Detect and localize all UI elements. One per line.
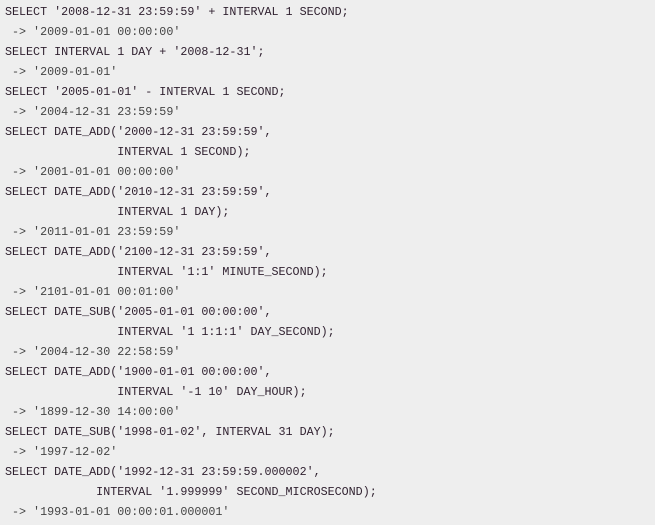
sql-statement-line: INTERVAL 1 DAY); bbox=[5, 205, 230, 219]
sql-statement-line: SELECT DATE_SUB('1998-01-02', INTERVAL 3… bbox=[5, 425, 335, 439]
sql-statement-line: SELECT '2005-01-01' - INTERVAL 1 SECOND; bbox=[5, 85, 286, 99]
result-line: -> '2001-01-01 00:00:00' bbox=[5, 165, 181, 179]
sql-statement-line: SELECT DATE_SUB('2005-01-01 00:00:00', bbox=[5, 305, 272, 319]
result-line: -> '1997-12-02' bbox=[5, 445, 118, 459]
code-block: SELECT '2008-12-31 23:59:59' + INTERVAL … bbox=[0, 0, 655, 522]
sql-statement-line: INTERVAL '1.999999' SECOND_MICROSECOND); bbox=[5, 485, 377, 499]
result-line: -> '2004-12-31 23:59:59' bbox=[5, 105, 181, 119]
result-line: -> '2009-01-01' bbox=[5, 65, 118, 79]
sql-statement-line: SELECT DATE_ADD('2000-12-31 23:59:59', bbox=[5, 125, 272, 139]
sql-statement-line: INTERVAL '-1 10' DAY_HOUR); bbox=[5, 385, 307, 399]
sql-statement-line: SELECT DATE_ADD('2010-12-31 23:59:59', bbox=[5, 185, 272, 199]
result-line: -> '2004-12-30 22:58:59' bbox=[5, 345, 181, 359]
sql-statement-line: INTERVAL '1:1' MINUTE_SECOND); bbox=[5, 265, 328, 279]
result-line: -> '1993-01-01 00:00:01.000001' bbox=[5, 505, 230, 519]
sql-statement-line: SELECT DATE_ADD('1992-12-31 23:59:59.000… bbox=[5, 465, 321, 479]
result-line: -> '2011-01-01 23:59:59' bbox=[5, 225, 181, 239]
sql-statement-line: INTERVAL 1 SECOND); bbox=[5, 145, 251, 159]
result-line: -> '2009-01-01 00:00:00' bbox=[5, 25, 181, 39]
sql-statement-line: INTERVAL '1 1:1:1' DAY_SECOND); bbox=[5, 325, 335, 339]
result-line: -> '2101-01-01 00:01:00' bbox=[5, 285, 181, 299]
sql-statement-line: SELECT DATE_ADD('2100-12-31 23:59:59', bbox=[5, 245, 272, 259]
sql-statement-line: SELECT DATE_ADD('1900-01-01 00:00:00', bbox=[5, 365, 272, 379]
sql-statement-line: SELECT '2008-12-31 23:59:59' + INTERVAL … bbox=[5, 5, 349, 19]
sql-statement-line: SELECT INTERVAL 1 DAY + '2008-12-31'; bbox=[5, 45, 265, 59]
result-line: -> '1899-12-30 14:00:00' bbox=[5, 405, 181, 419]
